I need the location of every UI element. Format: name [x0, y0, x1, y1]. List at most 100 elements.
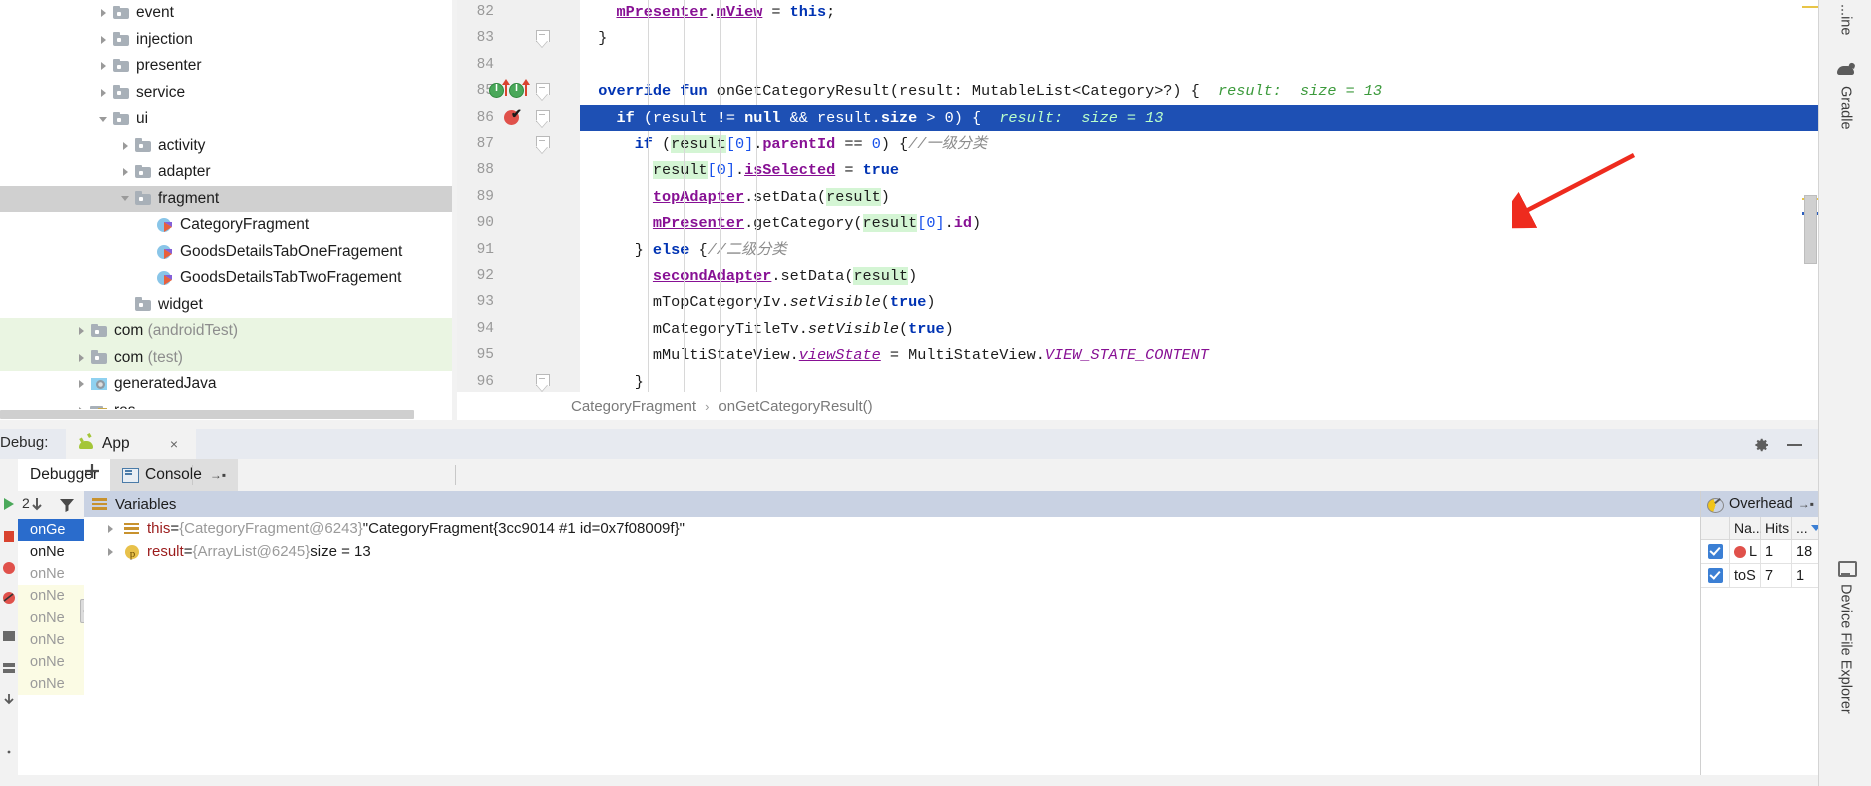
code-fold-icon[interactable] — [536, 109, 550, 127]
tree-item-com[interactable]: com (androidTest) — [0, 318, 452, 345]
run-gutter-icon[interactable] — [489, 83, 504, 99]
tree-item-presenter[interactable]: presenter — [0, 53, 452, 80]
breadcrumb-method[interactable]: onGetCategoryResult() — [718, 398, 872, 415]
code-line[interactable]: result[0].isSelected = true — [580, 157, 1818, 183]
mute-breakpoints-icon[interactable] — [2, 591, 16, 605]
tree-item-activity[interactable]: activity — [0, 133, 452, 160]
overhead-column-header[interactable]: Na... — [1730, 517, 1764, 539]
stop-icon[interactable] — [2, 529, 16, 543]
code-line[interactable] — [580, 52, 1818, 78]
build-variants-icon[interactable] — [470, 775, 484, 786]
project-tree-horizontal-scrollbar[interactable] — [0, 409, 452, 420]
code-editor[interactable]: 8283848586✔87888990919293949596 mPresent… — [457, 0, 1818, 420]
chevron-right-icon[interactable] — [108, 547, 124, 556]
chevron-right-icon[interactable] — [72, 318, 90, 344]
code-text-area[interactable]: mPresenter.mView = this; } override fun … — [580, 0, 1818, 392]
code-line[interactable]: mTopCategoryIv.setVisible(true) — [580, 289, 1818, 315]
code-line[interactable]: mPresenter.mView = this; — [580, 0, 1818, 25]
overhead-column-header[interactable]: ... — [1792, 517, 1821, 539]
gear-icon[interactable] — [1754, 437, 1770, 453]
editor-gutter[interactable]: 8283848586✔87888990919293949596 — [457, 0, 580, 392]
overhead-table[interactable]: Na... Hits... L 1 18 toS 7 1 — [1701, 517, 1821, 786]
overhead-column-header[interactable] — [1701, 517, 1730, 539]
chevron-right-icon[interactable] — [72, 345, 90, 371]
chevron-right-icon[interactable] — [116, 159, 134, 185]
chevron-right-icon[interactable] — [72, 371, 90, 397]
add-watch-button[interactable] — [80, 459, 104, 483]
tree-item-goodsdetailstabtwofragement[interactable]: GoodsDetailsTabTwoFragement — [0, 265, 452, 292]
code-line[interactable]: mCategoryTitleTv.setVisible(true) — [580, 316, 1818, 342]
debug-tab-console[interactable]: Console →▪ — [110, 459, 239, 491]
editor-debug-splitter[interactable] — [0, 420, 1818, 429]
tree-item-adapter[interactable]: adapter — [0, 159, 452, 186]
overhead-enabled-checkbox[interactable] — [1701, 564, 1730, 587]
chevron-down-icon[interactable] — [94, 106, 112, 132]
code-line[interactable]: topAdapter.setData(result) — [580, 184, 1818, 210]
overhead-enabled-checkbox[interactable] — [1701, 540, 1730, 563]
override-arrow-icon[interactable] — [522, 79, 530, 97]
down-arrow-icon[interactable] — [28, 496, 46, 514]
variables-tree[interactable]: this = {CategoryFragment@6243} "Category… — [84, 517, 1700, 786]
editor-scrollbar[interactable] — [1802, 0, 1818, 392]
tree-item-ui[interactable]: ui — [0, 106, 452, 133]
overhead-table-row[interactable]: L 1 18 — [1701, 540, 1819, 564]
overhead-table-row[interactable]: toS 7 1 — [1701, 564, 1819, 588]
overhead-column-header[interactable]: Hits — [1761, 517, 1792, 539]
project-icon[interactable] — [8, 775, 22, 786]
debug-session-tab-app[interactable]: App × — [66, 429, 196, 459]
breakpoint-icon[interactable] — [2, 561, 16, 575]
help-icon[interactable] — [2, 741, 16, 755]
debug-left-icon-strip[interactable] — [0, 491, 18, 786]
variable-row[interactable]: this = {CategoryFragment@6243} "Category… — [84, 517, 1700, 540]
layout-settings-icon[interactable] — [2, 629, 16, 643]
scrollbar-thumb[interactable] — [1804, 195, 1817, 264]
tree-item-fragment[interactable]: fragment — [0, 185, 452, 212]
chevron-right-icon[interactable] — [94, 0, 112, 26]
code-line[interactable]: } else {//二级分类 — [580, 237, 1818, 263]
code-line[interactable]: mPresenter.getCategory(result[0].id) — [580, 210, 1818, 236]
sidebar-item-device-file-explorer[interactable]: Device File Explorer — [1819, 560, 1871, 750]
code-line[interactable]: override fun onGetCategoryResult(result:… — [580, 78, 1818, 104]
code-line[interactable]: secondAdapter.setData(result) — [580, 263, 1818, 289]
warning-marker[interactable] — [1802, 6, 1818, 8]
code-line[interactable]: } — [580, 25, 1818, 51]
restore-layout-icon[interactable] — [2, 661, 16, 675]
chevron-down-icon[interactable] — [116, 186, 134, 212]
chevron-right-icon[interactable] — [94, 27, 112, 53]
filter-funnel-icon[interactable] — [58, 496, 76, 514]
sidebar-item-gradle[interactable]: Gradle — [1819, 62, 1871, 252]
chevron-right-icon[interactable] — [116, 133, 134, 159]
tree-item-service[interactable]: service — [0, 80, 452, 107]
override-arrow-icon[interactable] — [502, 79, 510, 97]
code-fold-icon[interactable] — [536, 373, 550, 391]
pin-icon[interactable]: →▪ — [210, 468, 226, 482]
chevron-right-icon[interactable] — [94, 80, 112, 106]
breadcrumb[interactable]: CategoryFragment › onGetCategoryResult() — [457, 392, 1818, 420]
code-line[interactable]: mMultiStateView.viewState = MultiStateVi… — [580, 342, 1818, 368]
scrollbar-thumb[interactable] — [0, 410, 414, 419]
run-gutter-icon[interactable] — [509, 83, 524, 99]
favorites-icon[interactable] — [180, 775, 194, 786]
code-line[interactable]: if (result != null && result.size > 0) {… — [580, 104, 1818, 131]
tree-item-event[interactable]: event — [0, 0, 452, 27]
minimize-icon[interactable] — [1787, 444, 1802, 446]
tree-item-widget[interactable]: widget — [0, 292, 452, 319]
tree-item-goodsdetailstabonefragement[interactable]: GoodsDetailsTabOneFragement — [0, 239, 452, 266]
settings-icon[interactable] — [2, 693, 16, 707]
pin-icon[interactable]: →▪ — [1798, 497, 1814, 511]
project-tree[interactable]: event injection presenter service ui activity… — [0, 0, 452, 420]
resume-program-icon[interactable] — [2, 497, 16, 511]
tree-item-com[interactable]: com (test) — [0, 344, 452, 371]
tree-item-injection[interactable]: injection — [0, 27, 452, 54]
variable-row[interactable]: result = {ArrayList@6245} size = 13 — [84, 540, 1700, 566]
chevron-right-icon[interactable] — [108, 524, 124, 533]
code-fold-icon[interactable] — [536, 136, 550, 153]
tree-item-generatedjava[interactable]: generatedJava — [0, 371, 452, 398]
code-line[interactable]: if (result[0].parentId == 0) {//一级分类 — [580, 131, 1818, 157]
breadcrumb-class[interactable]: CategoryFragment — [571, 398, 696, 415]
tree-item-categoryfragment[interactable]: CategoryFragment — [0, 212, 452, 239]
code-fold-icon[interactable] — [536, 30, 550, 47]
chevron-right-icon[interactable] — [94, 53, 112, 79]
close-icon[interactable]: × — [170, 436, 178, 452]
code-fold-icon[interactable] — [536, 83, 550, 100]
